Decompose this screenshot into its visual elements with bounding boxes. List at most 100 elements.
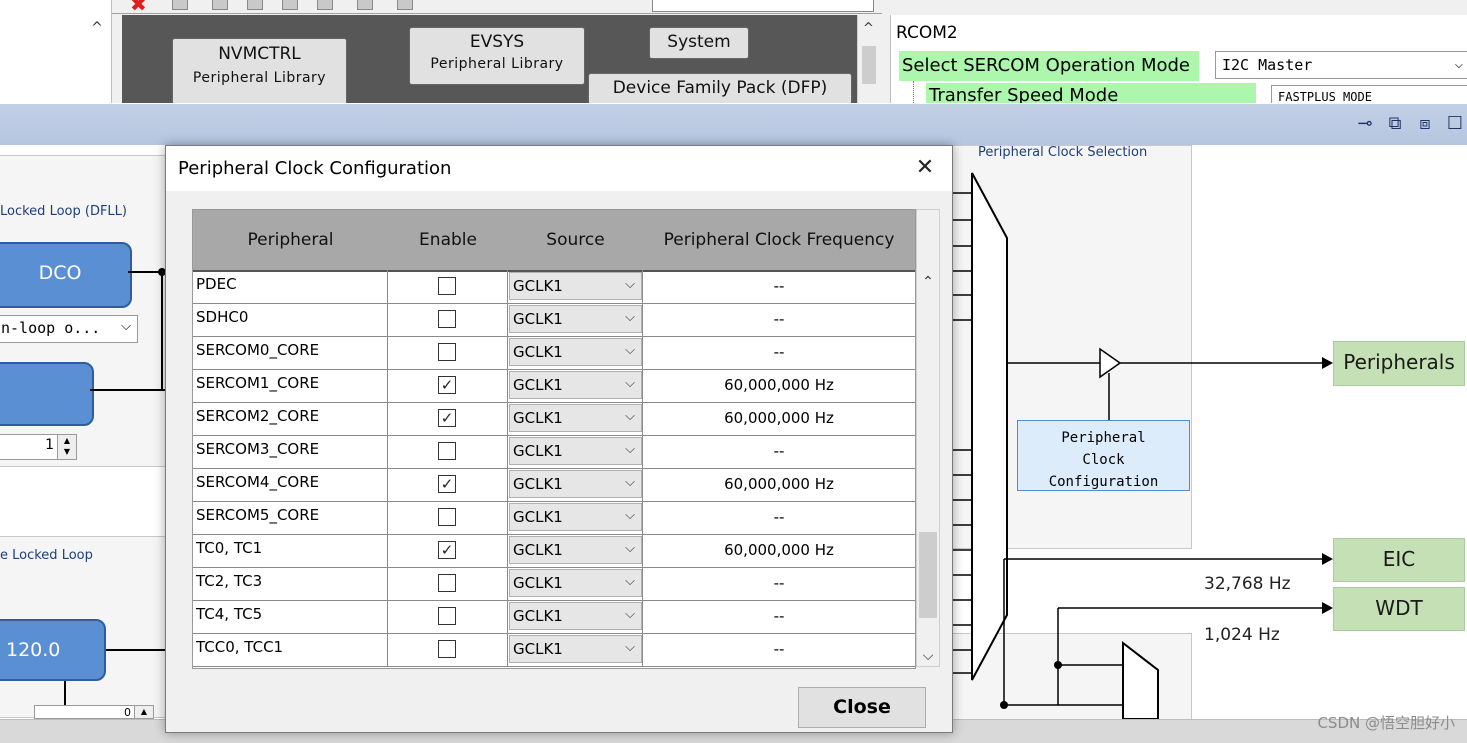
chevron-down-icon: ⌵: [625, 442, 635, 457]
col-enable[interactable]: Enable: [388, 210, 508, 270]
source-select[interactable]: GCLK1 ⌵: [509, 437, 642, 465]
table-header: Peripheral Enable Source Peripheral Cloc…: [193, 210, 915, 272]
table-row[interactable]: TCC0, TCC1 GCLK1 ⌵ --: [193, 633, 915, 667]
source-select[interactable]: GCLK1 ⌵: [509, 371, 642, 399]
source-value: GCLK1: [513, 640, 563, 658]
pin-icon[interactable]: ⊸: [1353, 112, 1377, 136]
table-scrollbar[interactable]: ⌃ ⌵: [916, 209, 940, 667]
table-row[interactable]: TC2, TC3 GCLK1 ⌵ --: [193, 567, 915, 601]
enable-checkbox[interactable]: [438, 640, 456, 658]
close-icon[interactable]: ✕: [912, 155, 938, 181]
scroll-thumb[interactable]: [919, 532, 937, 618]
enable-checkbox[interactable]: [438, 574, 456, 592]
freq-1k-label: 1,024 Hz: [1204, 625, 1280, 645]
frequency-value: --: [773, 310, 785, 328]
col-peripheral[interactable]: Peripheral: [193, 210, 388, 270]
table-row[interactable]: SERCOM5_CORE GCLK1 ⌵ --: [193, 501, 915, 535]
enable-checkbox[interactable]: [438, 442, 456, 460]
nvmctrl-component[interactable]: NVMCTRL Peripheral Library: [172, 38, 347, 110]
source-select[interactable]: GCLK1 ⌵: [509, 305, 642, 333]
freq-32k-label: 32,768 Hz: [1204, 574, 1291, 594]
table-row[interactable]: SERCOM1_CORE ✓ GCLK1 ⌵ 60,000,000 Hz: [193, 369, 915, 403]
source-select[interactable]: GCLK1 ⌵: [509, 536, 642, 564]
frequency-value: 60,000,000 Hz: [724, 475, 834, 493]
close-button[interactable]: Close: [798, 687, 926, 728]
delete-icon[interactable]: ✖: [130, 0, 147, 16]
frequency-value: --: [773, 277, 785, 295]
toolbar-icon[interactable]: [317, 0, 333, 10]
source-value: GCLK1: [513, 409, 563, 427]
toolbar-icon[interactable]: [282, 0, 298, 10]
source-select[interactable]: GCLK1 ⌵: [509, 569, 642, 597]
enable-checkbox[interactable]: ✓: [438, 376, 456, 394]
export-icon[interactable]: ⧉: [1383, 112, 1407, 136]
dfp-component[interactable]: Device Family Pack (DFP): [588, 73, 852, 105]
enable-checkbox[interactable]: [438, 508, 456, 526]
source-select[interactable]: GCLK1 ⌵: [509, 602, 642, 630]
col-frequency[interactable]: Peripheral Clock Frequency: [643, 210, 915, 270]
source-select[interactable]: GCLK1 ⌵: [509, 338, 642, 366]
enable-checkbox[interactable]: ✓: [438, 541, 456, 559]
peripherals-output: Peripherals: [1333, 341, 1465, 386]
toolbar-icon[interactable]: [397, 0, 413, 10]
source-select[interactable]: GCLK1 ⌵: [509, 404, 642, 432]
enable-checkbox[interactable]: ✓: [438, 475, 456, 493]
config-header: RCOM2: [896, 23, 958, 43]
peripheral-clock-config-button[interactable]: Peripheral Clock Configuration: [1017, 420, 1190, 491]
enable-checkbox[interactable]: [438, 277, 456, 295]
source-select[interactable]: GCLK1 ⌵: [509, 503, 642, 531]
add-component-icon[interactable]: [172, 0, 188, 10]
chevron-down-icon: ⌵: [625, 541, 635, 556]
filter-field[interactable]: [652, 0, 874, 12]
chevron-up-icon[interactable]: ^: [858, 21, 879, 36]
table-row[interactable]: TC4, TC5 GCLK1 ⌵ --: [193, 600, 915, 634]
source-select[interactable]: GCLK1 ⌵: [509, 635, 642, 663]
source-cell: GCLK1 ⌵: [508, 633, 643, 666]
frequency-value: 60,000,000 Hz: [724, 541, 834, 559]
layers-icon[interactable]: ⧈: [1413, 112, 1437, 136]
source-select[interactable]: GCLK1 ⌵: [509, 470, 642, 498]
source-value: GCLK1: [513, 442, 563, 460]
peripherals-label: Peripherals: [1343, 350, 1455, 374]
scroll-thumb[interactable]: [861, 46, 876, 84]
table-row[interactable]: PDEC GCLK1 ⌵ --: [193, 270, 915, 304]
source-select[interactable]: GCLK1 ⌵: [509, 272, 642, 300]
peripheral-name: SERCOM3_CORE: [193, 435, 388, 468]
table-row[interactable]: SERCOM2_CORE ✓ GCLK1 ⌵ 60,000,000 Hz: [193, 402, 915, 436]
chevron-down-icon: ⌵: [625, 640, 635, 655]
chevron-up-icon[interactable]: ⌃: [917, 274, 939, 290]
peripheral-name: PDEC: [193, 270, 388, 303]
window-icon[interactable]: ☐: [1443, 112, 1467, 136]
chevron-down-icon[interactable]: ⌵: [917, 648, 939, 664]
peripheral-name: TC0, TC1: [193, 534, 388, 567]
enable-cell: [388, 501, 508, 534]
table-row[interactable]: SERCOM3_CORE GCLK1 ⌵ --: [193, 435, 915, 469]
enable-cell: [388, 633, 508, 666]
operation-mode-select[interactable]: I2C Master ⌵: [1215, 51, 1467, 79]
toolbar-icon[interactable]: [247, 0, 263, 10]
col-source[interactable]: Source: [508, 210, 643, 270]
source-cell: GCLK1 ⌵: [508, 270, 643, 303]
dialog-titlebar: Peripheral Clock Configuration ✕: [166, 146, 952, 191]
evsys-title: EVSYS: [469, 32, 525, 52]
toolbar-icon[interactable]: [357, 0, 373, 10]
enable-checkbox[interactable]: [438, 343, 456, 361]
dialog-title: Peripheral Clock Configuration: [178, 158, 452, 179]
chevron-up-icon[interactable]: ^: [86, 20, 108, 42]
table-row[interactable]: SERCOM0_CORE GCLK1 ⌵ --: [193, 336, 915, 370]
peripheral-name: TC2, TC3: [193, 567, 388, 600]
table-row[interactable]: TC0, TC1 ✓ GCLK1 ⌵ 60,000,000 Hz: [193, 534, 915, 568]
evsys-component[interactable]: EVSYS Peripheral Library: [409, 27, 585, 85]
frequency-value: --: [773, 607, 785, 625]
table-row[interactable]: SERCOM4_CORE ✓ GCLK1 ⌵ 60,000,000 Hz: [193, 468, 915, 502]
peripheral-name: SERCOM5_CORE: [193, 501, 388, 534]
enable-checkbox[interactable]: [438, 310, 456, 328]
enable-checkbox[interactable]: [438, 607, 456, 625]
enable-checkbox[interactable]: ✓: [438, 409, 456, 427]
project-scrollbar[interactable]: ^: [857, 15, 879, 103]
transfer-speed-select[interactable]: FASTPLUS_MODE: [1271, 85, 1467, 105]
system-component[interactable]: System: [649, 27, 749, 59]
table-row[interactable]: SDHC0 GCLK1 ⌵ --: [193, 303, 915, 337]
toolbar-icon[interactable]: [212, 0, 228, 10]
checkmark-icon: ✓: [440, 376, 454, 394]
